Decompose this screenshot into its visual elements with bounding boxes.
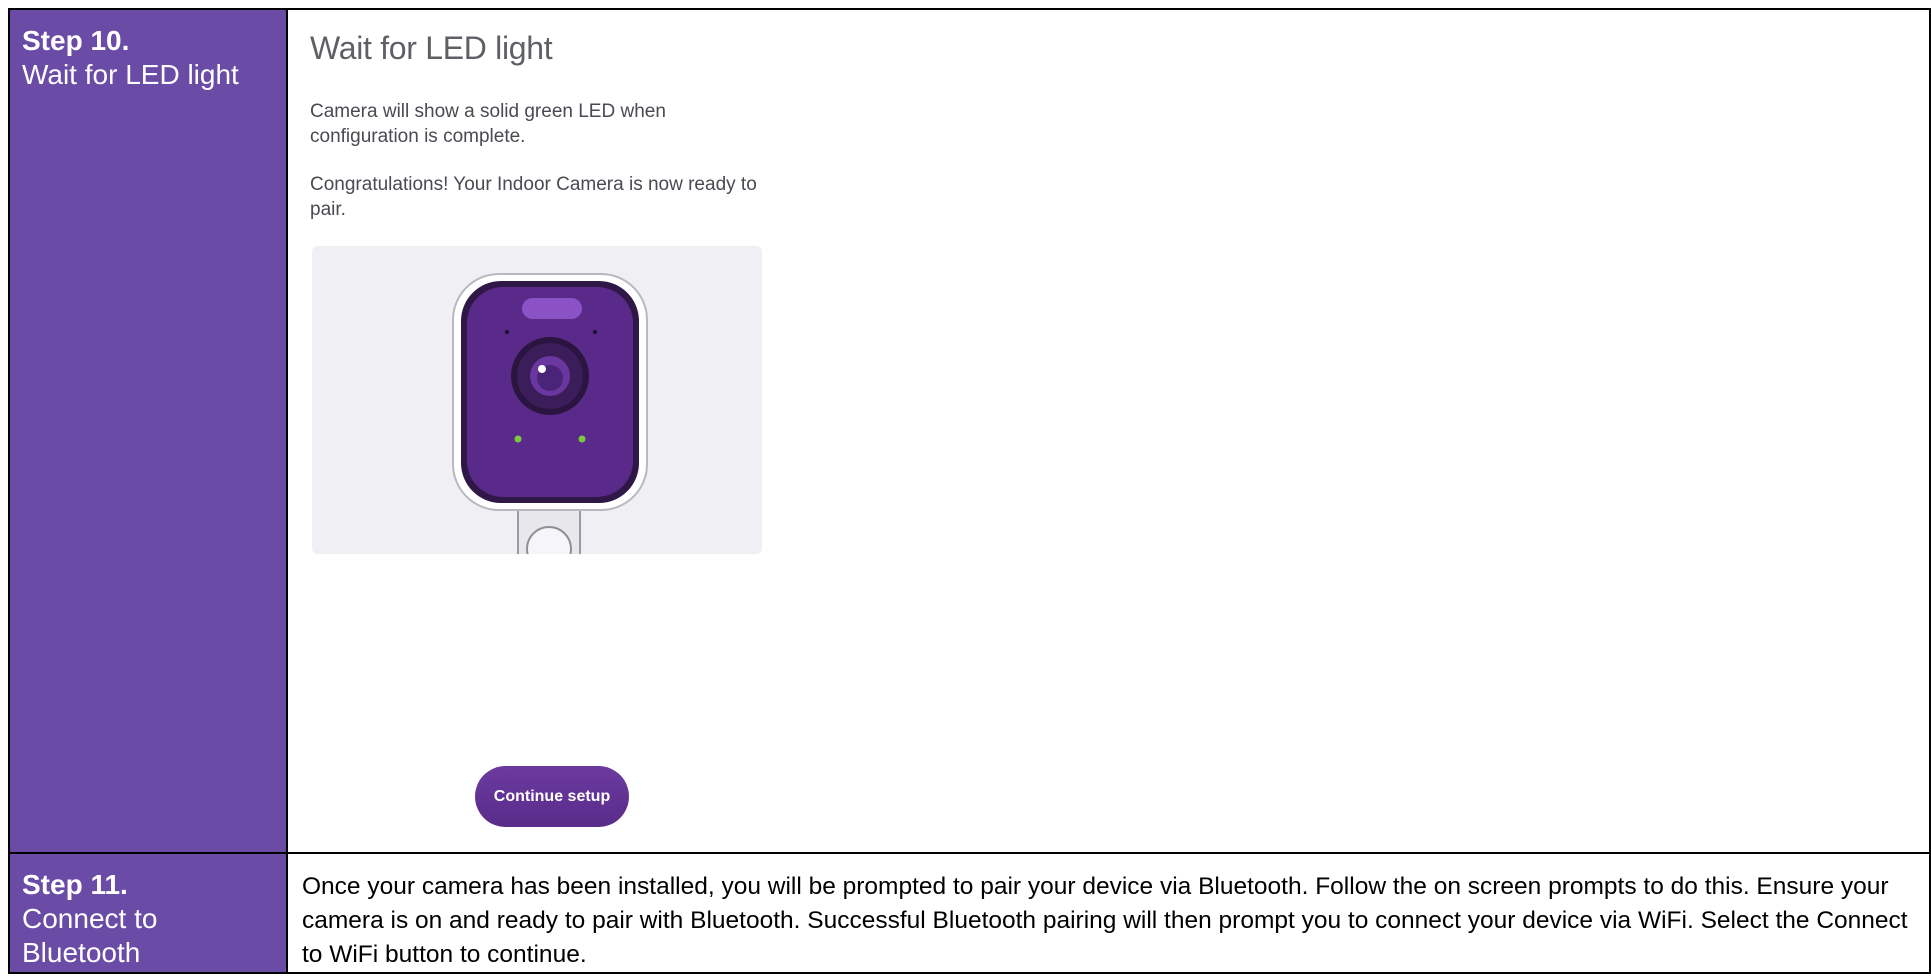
- steps-table: Step 10. Wait for LED light Wait for LED…: [8, 8, 1931, 974]
- screen-paragraph-led: Camera will show a solid green LED when …: [310, 101, 666, 147]
- step-content-cell: Once your camera has been installed, you…: [286, 852, 1931, 974]
- step-number: Step 11.: [22, 869, 128, 900]
- step-label-cell: Step 10. Wait for LED light: [8, 8, 288, 854]
- step-label-cell: Step 11. Connect to Bluetooth: [8, 852, 288, 974]
- step-title: Wait for LED light: [22, 59, 239, 90]
- step-number: Step 10.: [22, 25, 130, 56]
- step-row-10: Step 10. Wait for LED light Wait for LED…: [8, 8, 1931, 854]
- camera-illustration-panel: [312, 246, 762, 554]
- step-description: Once your camera has been installed, you…: [302, 873, 1908, 968]
- screen-title: Wait for LED light: [310, 30, 553, 66]
- step-title: Connect to Bluetooth: [22, 903, 158, 968]
- step-content-cell: Wait for LED light Camera will show a so…: [286, 8, 1931, 854]
- step-row-11: Step 11. Connect to Bluetooth Once your …: [8, 852, 1931, 974]
- indoor-camera-icon: [452, 273, 648, 554]
- screen-paragraph-congrats: Congratulations! Your Indoor Camera is n…: [310, 174, 757, 220]
- continue-setup-button[interactable]: Continue setup: [475, 766, 629, 827]
